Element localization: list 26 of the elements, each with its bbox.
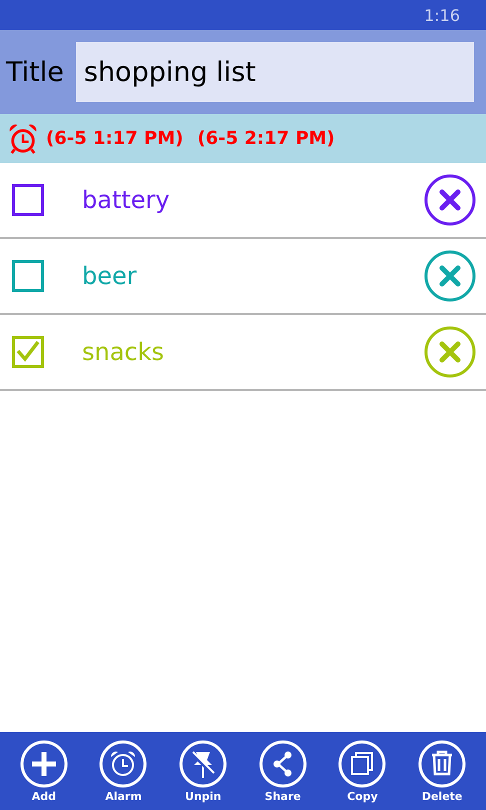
unpin-button[interactable]: Unpin [167, 740, 240, 802]
checkbox[interactable] [12, 260, 44, 292]
remove-icon[interactable] [424, 250, 476, 302]
alarm-time: (6-5 2:17 PM) [197, 128, 335, 149]
trash-icon [418, 740, 466, 788]
share-icon [258, 740, 307, 788]
alarm-clock-icon [8, 122, 38, 154]
delete-button[interactable]: Delete [406, 740, 478, 802]
alarm-time: (6-5 1:17 PM) [46, 128, 184, 149]
unpin-icon [179, 740, 228, 788]
copy-icon [338, 740, 386, 788]
title-input-field[interactable]: shopping list [76, 42, 474, 102]
remove-icon[interactable] [424, 174, 476, 226]
share-button[interactable]: Share [246, 740, 319, 802]
copy-button[interactable]: Copy [326, 740, 398, 802]
alarm-button[interactable]: Alarm [87, 740, 160, 802]
add-button[interactable]: Add [8, 740, 80, 802]
plus-icon [20, 740, 68, 788]
checkbox[interactable] [12, 184, 44, 216]
checkbox[interactable] [12, 336, 44, 368]
item-label: snacks [82, 338, 166, 366]
alarm-clock-icon [99, 740, 148, 788]
title-label: Title [6, 56, 64, 88]
item-label: beer [82, 262, 138, 290]
status-time: 1:16 [424, 6, 460, 24]
item-label: battery [82, 186, 171, 214]
